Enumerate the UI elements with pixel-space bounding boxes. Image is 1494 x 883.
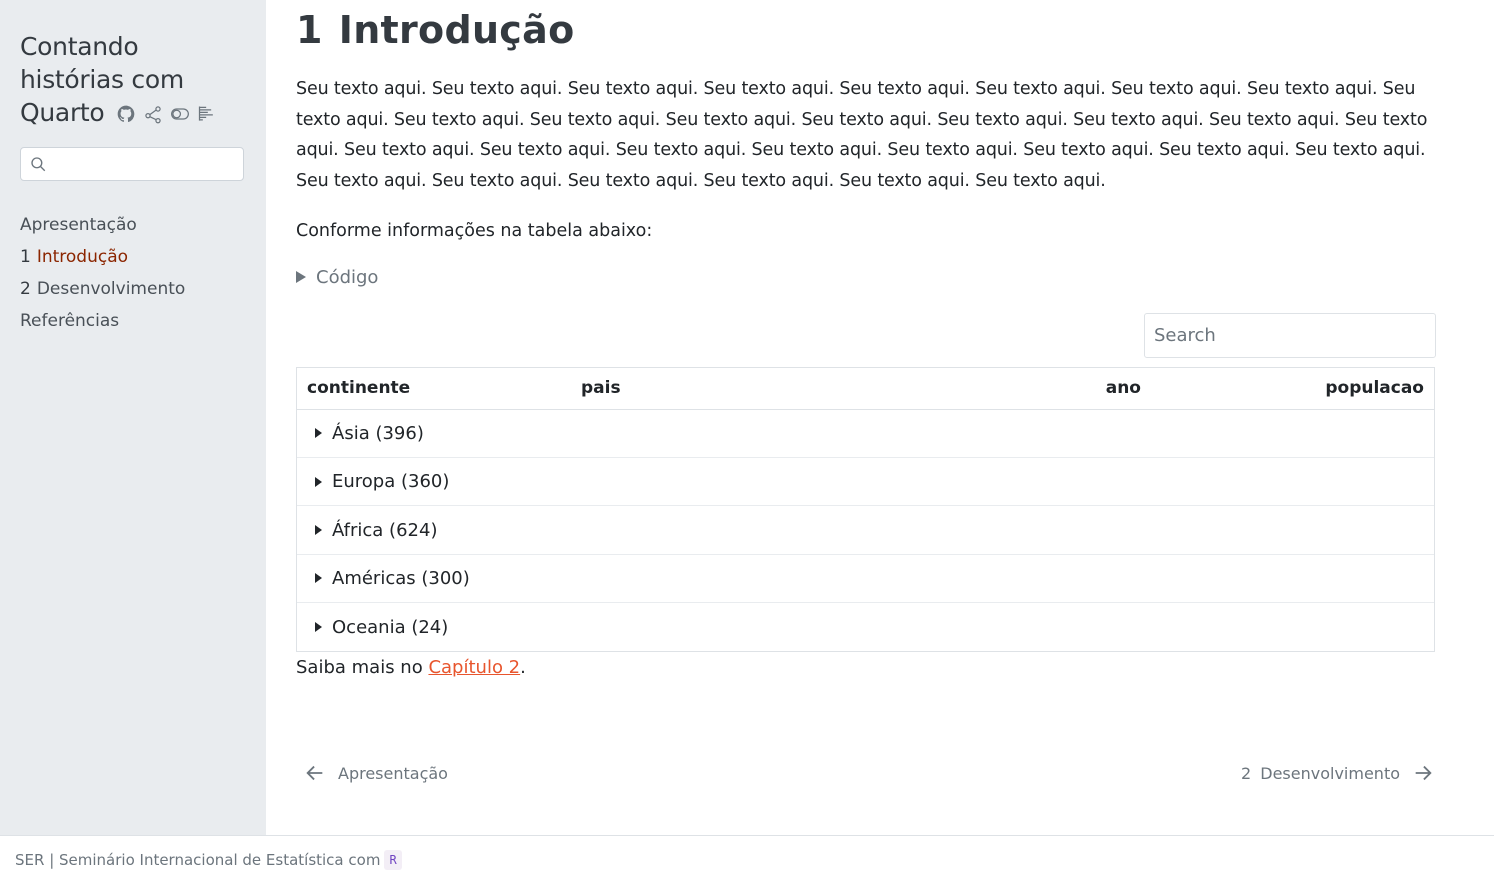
column-header-continente[interactable]: continente	[297, 378, 581, 398]
table-group-row[interactable]: Oceania (24)	[297, 603, 1434, 651]
table-header: continente pais ano populacao	[297, 368, 1434, 410]
next-page-label: Desenvolvimento	[1260, 763, 1400, 783]
book-title-line-3: Quarto	[20, 98, 105, 127]
sidebar-search-input[interactable]	[53, 155, 233, 173]
github-icon[interactable]	[116, 104, 136, 124]
group-label: Europa (360)	[332, 471, 450, 493]
table-search-input[interactable]	[1144, 312, 1436, 358]
expand-triangle-icon	[315, 525, 322, 536]
see-more-paragraph: Saiba mais no Capítulo 2.	[296, 656, 1436, 680]
group-label: Ásia (396)	[332, 422, 424, 444]
main-content: 1 Introdução Seu texto aqui. Seu texto aq…	[296, 0, 1436, 680]
expand-triangle-icon	[315, 622, 322, 633]
code-fold-label: Código	[316, 266, 379, 288]
page-navigation: Apresentação 2 Desenvolvimento	[304, 762, 1434, 784]
footer-text: SER | Seminário Internacional de Estatís…	[15, 850, 381, 869]
reader-mode-icon[interactable]	[197, 104, 217, 124]
sidebar: Contando histórias com Quarto Apresentaç…	[0, 0, 266, 836]
toc: Apresentação 1 Introdução 2 Desenvolviment…	[20, 209, 246, 337]
table-group-row[interactable]: Ásia (396)	[297, 410, 1434, 459]
toc-item-label: Apresentação	[20, 215, 137, 235]
toc-item-number: 1	[20, 247, 31, 267]
expand-triangle-icon	[315, 573, 322, 584]
page: Contando histórias com Quarto Apresentaç…	[0, 0, 1494, 883]
next-page-link[interactable]: 2 Desenvolvimento	[1241, 762, 1434, 784]
table-search-wrap	[296, 312, 1436, 358]
expand-triangle-icon	[315, 428, 322, 439]
table-group-row[interactable]: África (624)	[297, 506, 1434, 555]
chapter-number: 1	[296, 8, 323, 52]
column-header-ano[interactable]: ano	[1031, 378, 1141, 398]
table-group-row[interactable]: Europa (360)	[297, 458, 1434, 507]
column-header-pais[interactable]: pais	[581, 378, 1031, 398]
next-page-number: 2	[1240, 763, 1252, 783]
chapter-title: Introdução	[338, 8, 575, 52]
book-title-line-1: Contando	[20, 32, 139, 61]
toc-item-desenvolvimento[interactable]: 2 Desenvolvimento	[20, 273, 246, 305]
column-header-populacao[interactable]: populacao	[1141, 378, 1434, 398]
toc-item-label: Desenvolvimento	[36, 279, 186, 299]
page-title: 1 Introdução	[296, 8, 1436, 52]
r-badge: R	[384, 849, 402, 870]
book-title[interactable]: Contando histórias com Quarto	[20, 30, 246, 129]
arrow-right-icon	[1415, 765, 1432, 781]
disclosure-triangle-icon	[296, 271, 306, 284]
see-more-suffix: .	[520, 657, 526, 679]
table-group-row[interactable]: Américas (300)	[297, 555, 1434, 603]
toc-item-referencias[interactable]: Referências	[20, 305, 246, 337]
book-title-line-2: histórias com	[20, 65, 184, 94]
share-icon[interactable]	[143, 104, 163, 124]
toc-item-label: Introdução	[36, 247, 129, 267]
toggle-dark-mode-icon[interactable]	[170, 104, 190, 124]
code-fold-toggle[interactable]: Código	[296, 267, 1436, 288]
group-label: África (624)	[332, 519, 438, 541]
toc-item-apresentacao[interactable]: Apresentação	[20, 209, 246, 241]
page-footer: SER | Seminário Internacional de Estatís…	[0, 835, 1494, 883]
expand-triangle-icon	[315, 476, 322, 487]
toc-item-introducao[interactable]: 1 Introdução	[20, 241, 246, 273]
table-intro-paragraph: Conforme informações na tabela abaixo:	[296, 220, 653, 241]
toc-item-number: 2	[20, 279, 31, 299]
arrow-left-icon	[306, 765, 323, 781]
prev-page-link[interactable]: Apresentação	[304, 762, 448, 784]
group-label: Américas (300)	[332, 567, 470, 589]
toc-item-label: Referências	[20, 311, 120, 331]
see-more-prefix: Saiba mais no	[296, 657, 429, 679]
title-tools	[116, 104, 217, 124]
sidebar-search-box[interactable]	[20, 147, 244, 181]
data-table: continente pais ano populacao Ásia (396)…	[296, 366, 1435, 653]
search-icon	[31, 157, 46, 172]
prev-page-label: Apresentação	[338, 763, 448, 783]
body-paragraph: Seu texto aqui. Seu texto aqui. Seu text…	[296, 79, 1428, 192]
chapter-2-link[interactable]: Capítulo 2	[428, 657, 520, 678]
group-label: Oceania (24)	[332, 616, 449, 638]
